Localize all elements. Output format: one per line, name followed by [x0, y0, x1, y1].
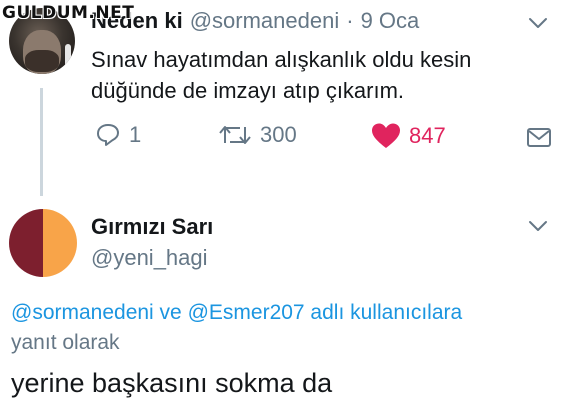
reply-button[interactable]: 1 [95, 122, 141, 148]
retweet-icon [219, 126, 251, 144]
heart-icon [372, 123, 400, 148]
watermark-logo: GULDUM.NET [2, 3, 135, 23]
like-count: 847 [409, 123, 446, 148]
message-icon [527, 128, 551, 147]
reply-text: yerine başkasını sokma da [11, 368, 333, 398]
reply-count: 1 [129, 122, 142, 147]
tweet-text: Sınav hayatımdan alışkanlık oldu kesin d… [91, 44, 551, 106]
tweet-text-line-2: düğünde de imzayı atıp çıkarım. [91, 78, 405, 103]
replying-to-label: yanıt olarak [11, 331, 120, 354]
thread-connector-line [40, 88, 43, 196]
tweet-menu-button[interactable] [528, 16, 548, 34]
author-handle[interactable]: @sormanedeni [190, 8, 340, 34]
replying-to-users[interactable]: @sormanedeni ve @Esmer207 adlı kullanıcı… [11, 301, 462, 325]
reply-author-name[interactable]: Gırmızı Sarı [91, 214, 213, 240]
tweet-header: Neden ki @sormanedeni · 9 Oca [91, 8, 419, 34]
tweet-text-line-1: Sınav hayatımdan alışkanlık oldu kesin [91, 47, 472, 72]
reply-icon [97, 124, 119, 146]
tweet-date[interactable]: 9 Oca [361, 8, 420, 34]
retweet-count: 300 [260, 122, 297, 147]
reply-author-handle[interactable]: @yeni_hagi [91, 245, 208, 271]
direct-message-button[interactable] [526, 127, 552, 154]
avatar[interactable] [9, 209, 77, 277]
chevron-down-icon [529, 18, 547, 28]
retweet-button[interactable]: 300 [218, 122, 297, 148]
header-separator: · [346, 8, 354, 33]
reply-menu-button[interactable] [528, 219, 548, 237]
like-button[interactable]: 847 [371, 122, 446, 150]
chevron-down-icon [529, 221, 547, 231]
